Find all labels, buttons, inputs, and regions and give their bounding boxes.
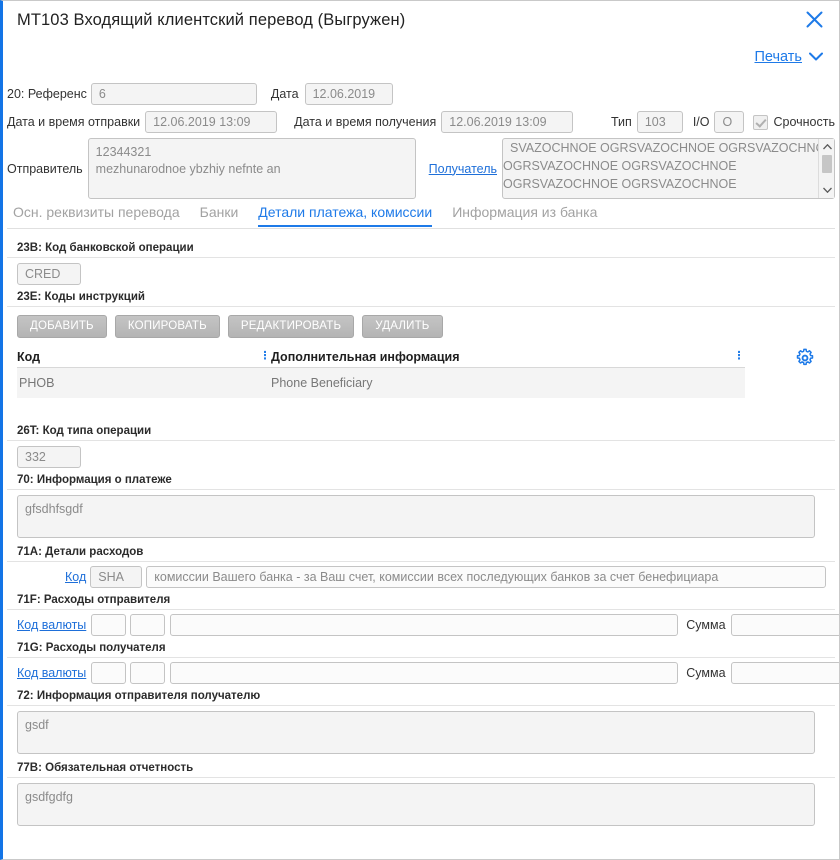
sender-amount-label: Сумма [686, 618, 726, 632]
column-menu-handle[interactable]: ⋮ [733, 351, 745, 362]
receiver-group: Получатель SVAZOCHNOE OGRSVAZOCHNOE OGRS… [429, 138, 835, 199]
type-label: Тип [610, 115, 632, 129]
payment-information-textarea[interactable]: gfsdhfsgdf [17, 495, 815, 538]
column-resize-handle[interactable]: ⋮ [259, 351, 271, 362]
grid-toolbar: ДОБАВИТЬ КОПИРОВАТЬ РЕДАКТИРОВАТЬ УДАЛИТ… [17, 315, 443, 338]
section-label-26t: 26T: Код типа операции [7, 425, 835, 441]
date-label: Дата [270, 87, 299, 101]
receiver-value: SVAZOCHNOE OGRSVAZOCHNOE OGRSVAZOCHNOE O… [503, 141, 834, 191]
receiver-charges-row: Код валюты Сумма [17, 662, 839, 684]
page-title: MT103 Входящий клиентский перевод (Выгру… [17, 11, 406, 29]
table-row[interactable]: PHOB Phone Beneficiary [17, 368, 745, 398]
chevron-down-icon[interactable] [809, 48, 823, 66]
sender-textarea[interactable]: 12344321 mezhunarodnoe ybzhiy nefnte an [87, 138, 416, 199]
cell-additional-info: Phone Beneficiary [271, 376, 373, 390]
urgency-label: Срочность [773, 115, 835, 129]
regulatory-reporting-textarea[interactable]: gsdfgdfg [17, 783, 815, 826]
sender-charges-row: Код валюты Сумма [17, 614, 839, 636]
section-label-71f: 71F: Расходы отправителя [7, 594, 835, 610]
section-label-23e: 23E: Коды инструкций [7, 291, 835, 307]
parties-row: Отправитель 12344321 mezhunarodnoe ybzhi… [7, 138, 835, 199]
grid-header-row: Код ⋮ Дополнительная информация ⋮ [17, 346, 745, 368]
sender-label: Отправитель [7, 161, 83, 176]
receiver-currency-input-b[interactable] [130, 662, 166, 684]
reference-row: 20: Референс Дата [7, 83, 393, 105]
column-header-code[interactable]: Код [17, 350, 259, 364]
receiver-amount-input[interactable] [730, 662, 839, 684]
delete-button[interactable]: УДАЛИТЬ [362, 315, 443, 338]
type-io-group: Тип I/O Срочность [611, 111, 835, 133]
cell-code: PHOB [19, 376, 55, 390]
section-label-71g: 71G: Расходы получателя [7, 642, 835, 658]
urgency-checkbox[interactable] [753, 114, 769, 130]
datetime-row: Дата и время отправки Дата и время получ… [7, 111, 835, 133]
charges-code-link[interactable]: Код [65, 570, 86, 584]
section-label-23b: 23B: Код банковской операции [7, 242, 835, 258]
receiver-currency-input-a[interactable] [91, 662, 127, 684]
edit-button[interactable]: РЕДАКТИРОВАТЬ [227, 315, 355, 338]
gear-icon[interactable] [795, 348, 815, 368]
close-icon[interactable] [801, 7, 827, 33]
print-label[interactable]: Печать [754, 49, 802, 65]
section-label-72: 72: Информация отправителя получателю [7, 690, 835, 706]
sender-charges-input[interactable] [170, 614, 679, 636]
receiver-charges-input[interactable] [170, 662, 679, 684]
reference-label: 20: Референс [7, 87, 87, 101]
operation-type-code-input[interactable] [17, 446, 81, 468]
receive-datetime-input[interactable] [441, 111, 574, 133]
send-datetime-label: Дата и время отправки [7, 115, 141, 129]
receiver-currency-code-link[interactable]: Код валюты [17, 666, 86, 680]
reference-input[interactable] [90, 83, 257, 105]
receiver-amount-label: Сумма [686, 666, 726, 680]
copy-button[interactable]: КОПИРОВАТЬ [114, 315, 220, 338]
send-datetime-input[interactable] [145, 111, 278, 133]
title-bar: MT103 Входящий клиентский перевод (Выгру… [3, 1, 839, 41]
sender-currency-input-a[interactable] [91, 614, 127, 636]
sender-currency-code-link[interactable]: Код валюты [17, 618, 86, 632]
add-button[interactable]: ДОБАВИТЬ [17, 315, 107, 338]
receiver-label-link[interactable]: Получатель [429, 162, 497, 176]
sender-amount-input[interactable] [730, 614, 839, 636]
print-dropdown[interactable]: Печать [754, 48, 823, 66]
receiver-textarea[interactable]: SVAZOCHNOE OGRSVAZOCHNOE OGRSVAZOCHNOE O… [502, 138, 835, 199]
sender-to-receiver-info-textarea[interactable]: gsdf [17, 711, 815, 754]
sender-currency-input-b[interactable] [130, 614, 166, 636]
tab-bar: Осн. реквизиты перевода Банки Детали пла… [7, 204, 835, 229]
type-input[interactable] [636, 111, 683, 133]
charges-details-row: Код [65, 566, 827, 588]
column-header-additional-info[interactable]: Дополнительная информация [271, 350, 733, 364]
tab-main-details[interactable]: Осн. реквизиты перевода [13, 204, 180, 225]
scroll-down-icon[interactable] [819, 183, 835, 197]
io-input[interactable] [714, 111, 745, 133]
section-label-77b: 77B: Обязательная отчетность [7, 762, 835, 778]
receiver-scrollbar[interactable] [818, 139, 834, 198]
scroll-up-icon[interactable] [819, 140, 835, 154]
section-label-70: 70: Информация о платеже [7, 474, 835, 490]
charges-description-input[interactable] [146, 566, 827, 588]
mt103-dialog-window: MT103 Входящий клиентский перевод (Выгру… [0, 0, 840, 860]
charges-code-input[interactable] [90, 566, 143, 588]
date-input[interactable] [304, 83, 393, 105]
tab-payment-details[interactable]: Детали платежа, комиссии [258, 204, 433, 227]
tab-bank-info[interactable]: Информация из банка [452, 204, 597, 225]
bank-operation-code-input[interactable] [17, 263, 81, 285]
tab-banks[interactable]: Банки [200, 204, 239, 225]
receive-datetime-label: Дата и время получения [294, 115, 437, 129]
scrollbar-thumb[interactable] [822, 155, 832, 173]
section-label-71a: 71A: Детали расходов [7, 546, 835, 562]
instruction-codes-grid: Код ⋮ Дополнительная информация ⋮ PHOB P… [17, 346, 745, 398]
io-label: I/O [692, 115, 710, 129]
